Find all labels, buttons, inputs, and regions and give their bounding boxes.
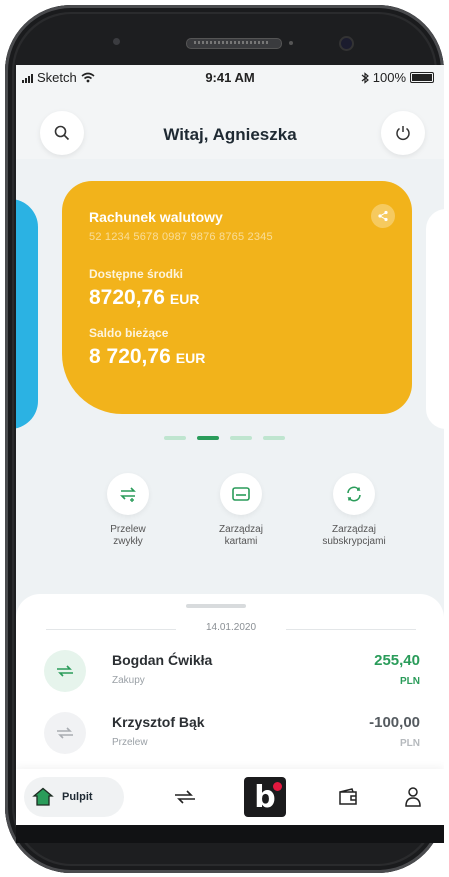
nav-transfers[interactable]: [171, 783, 199, 811]
date-separator: 14.01.2020: [46, 622, 416, 636]
transaction-row[interactable]: Bogdan Ćwikła Zakupy 255,40 PLN: [16, 642, 444, 702]
quick-action-label: Zarządzaj: [219, 524, 263, 535]
card-icon: [232, 487, 250, 501]
transfer-incoming-icon: [57, 665, 73, 677]
carousel-dot[interactable]: [263, 436, 285, 440]
greeting-title: Witaj, Agnieszka: [163, 125, 297, 144]
home-icon: [32, 787, 54, 806]
nav-wallet[interactable]: [334, 783, 362, 811]
account-number: 52 1234 5678 0987 9876 8765 2345: [89, 231, 273, 243]
quick-actions: Przelew zwykły Zarządzaj kartami Zarządzaj…: [76, 473, 406, 548]
previous-account-card[interactable]: [16, 199, 38, 429]
account-name: Rachunek walutowy: [89, 209, 223, 225]
carousel-dot[interactable]: [164, 436, 186, 440]
transactions-date: 14.01.2020: [205, 622, 257, 633]
sensor: [113, 38, 120, 45]
available-funds-label: Dostępne środki: [89, 267, 184, 281]
transaction-amount: -100,00: [369, 714, 420, 731]
nav-brand-button[interactable]: b: [244, 777, 286, 817]
available-funds-amount: 8720,76 EUR: [89, 286, 200, 309]
user-icon: [405, 787, 421, 807]
transaction-currency: PLN: [400, 676, 420, 687]
front-camera: [339, 36, 354, 51]
phone-chin: [16, 825, 444, 843]
next-account-card[interactable]: [426, 209, 444, 429]
current-balance-amount: 8 720,76 EUR: [89, 345, 206, 368]
transaction-amount: 255,40: [374, 652, 420, 669]
account-card[interactable]: Rachunek walutowy 52 1234 5678 0987 9876…: [62, 181, 412, 414]
transfer-icon: [175, 790, 195, 804]
carousel-dot-active[interactable]: [197, 436, 219, 440]
nav-dashboard-label: Pulpit: [62, 791, 93, 803]
battery-icon: [410, 72, 434, 83]
wallet-icon: [339, 788, 357, 805]
quick-action-transfer[interactable]: Przelew zwykły: [76, 473, 180, 548]
refresh-icon: [347, 486, 361, 502]
bottom-navigation: Pulpit b: [16, 769, 444, 825]
transaction-row[interactable]: Krzysztof Bąk Przelew -100,00 PLN: [16, 704, 444, 764]
transfer-icon: [120, 487, 136, 502]
transaction-category: Zakupy: [112, 675, 145, 686]
app-header: Witaj, Agnieszka: [16, 89, 444, 159]
transaction-name: Bogdan Ćwikła: [112, 652, 213, 668]
power-icon: [396, 126, 410, 141]
current-balance-label: Saldo bieżące: [89, 326, 169, 340]
nav-profile[interactable]: [399, 783, 427, 811]
share-button[interactable]: [371, 204, 395, 228]
battery-percent: 100%: [372, 70, 406, 85]
transaction-name: Krzysztof Bąk: [112, 714, 205, 730]
transaction-currency: PLN: [400, 738, 420, 749]
nav-dashboard[interactable]: Pulpit: [24, 777, 124, 817]
carousel-dot[interactable]: [230, 436, 252, 440]
quick-action-label: Zarządzaj: [332, 524, 376, 535]
sheet-handle[interactable]: [186, 604, 246, 608]
transfer-outgoing-icon: [57, 727, 73, 739]
accounts-carousel[interactable]: Rachunek walutowy 52 1234 5678 0987 9876…: [16, 159, 444, 659]
logout-button[interactable]: [381, 111, 425, 155]
share-icon: [378, 210, 388, 222]
quick-action-subscriptions[interactable]: Zarządzaj subskrypcjami: [302, 473, 406, 548]
carousel-indicator: [164, 436, 285, 440]
bluetooth-icon: [361, 71, 369, 84]
app-screen: Sketch 9:41 AM 100% Witaj, Agnieszka Rac…: [16, 65, 444, 825]
transaction-category: Przelew: [112, 737, 148, 748]
quick-action-cards[interactable]: Zarządzaj kartami: [189, 473, 293, 548]
quick-action-label: Przelew: [110, 524, 146, 535]
status-bar: Sketch 9:41 AM 100%: [16, 65, 444, 89]
